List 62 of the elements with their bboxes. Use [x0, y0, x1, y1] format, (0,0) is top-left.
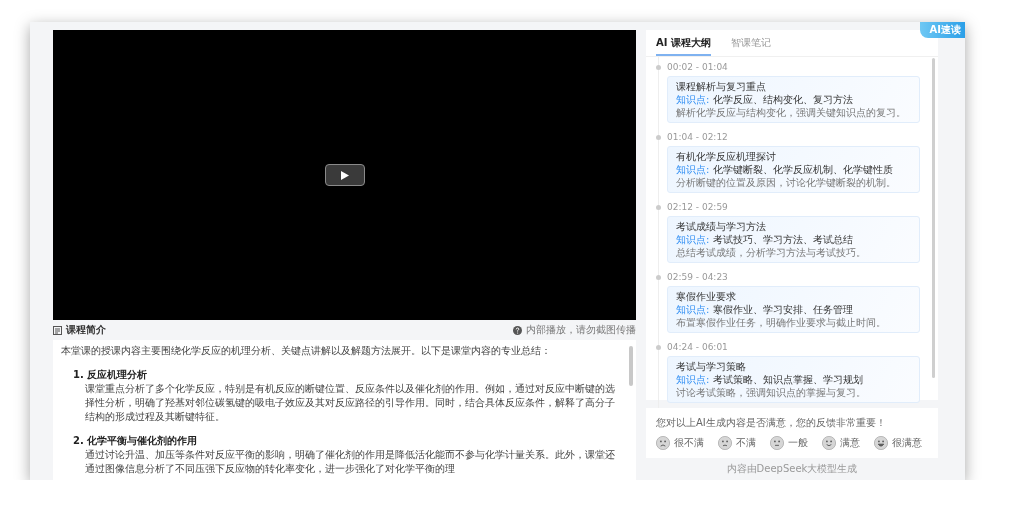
time-range: 02:12 - 02:59 [667, 202, 728, 212]
tab[interactable]: AI 课程大纲 [656, 36, 711, 56]
rating-option[interactable]: 不满 [718, 436, 756, 450]
card-title: 课程解析与复习重点 [676, 81, 766, 92]
face-icon [822, 436, 836, 450]
play-icon [340, 170, 349, 180]
outline-card[interactable]: 有机化学反应机理探讨 知识点: 化学键断裂、化学反应机制、化学键性质 分析断键的位置及原因，讨论化学键断裂的机制。 [667, 146, 920, 193]
card-title: 有机化学反应机理探讨 [676, 151, 776, 162]
face-icon [874, 436, 888, 450]
timeline-dot [656, 65, 661, 70]
section-title: 课程简介 [66, 323, 106, 337]
card-title: 考试成绩与学习方法 [676, 221, 766, 232]
scrollbar[interactable] [629, 346, 633, 386]
card-summary: 分析断键的位置及原因，讨论化学键断裂的机制。 [676, 177, 896, 188]
keyword-label: 知识点: [676, 234, 710, 245]
keyword-label: 知识点: [676, 374, 710, 385]
rating-option[interactable]: 很不满 [656, 436, 704, 450]
ai-badge: AI速读 [919, 22, 965, 38]
card-title: 考试与学习策略 [676, 361, 746, 372]
time-range: 04:24 - 06:01 [667, 342, 728, 352]
rating-option[interactable]: 很满意 [874, 436, 922, 450]
card-title: 寒假作业要求 [676, 291, 736, 302]
paragraph: 通过讨论升温、加压等条件对反应平衡的影响，明确了催化剂的作用是降低活化能而不参与化学计量关系。此外，课堂还通过图像信息分析了不同压强下反应物的转化率变化，进一步强化了对化学平衡的理 [85, 448, 616, 476]
keywords: 寒假作业、学习安排、任务管理 [712, 304, 853, 315]
time-range: 02:59 - 04:23 [667, 272, 728, 282]
keyword-label: 知识点: [676, 304, 710, 315]
timeline-dot [656, 275, 661, 280]
timeline-dot [656, 135, 661, 140]
outline-card[interactable]: 寒假作业要求 知识点: 寒假作业、学习安排、任务管理 布置寒假作业任务，明确作业要求与截止时间。 [667, 286, 920, 333]
card-summary: 讨论考试策略，强调知识点的掌握与复习。 [676, 387, 866, 398]
keywords: 化学反应、结构变化、复习方法 [712, 94, 853, 105]
card-summary: 总结考试成绩，分析学习方法与考试技巧。 [676, 247, 866, 258]
outline-card[interactable]: 考试成绩与学习方法 知识点: 考试技巧、学习方法、考试总结 总结考试成绩，分析学习方法与考试技巧。 [667, 216, 920, 263]
section-heading: 2. 化学平衡与催化剂的作用 [73, 434, 199, 448]
paragraph: 本堂课的授课内容主要围绕化学反应的机理分析、关键点讲解以及解题方法展开。以下是课堂内容的专业总结： [61, 344, 552, 358]
keyword-label: 知识点: [676, 164, 710, 175]
play-button[interactable] [324, 164, 365, 186]
rating-option[interactable]: 一般 [770, 436, 808, 450]
keywords: 化学键断裂、化学反应机制、化学键性质 [712, 164, 893, 175]
footer-note: 内容由DeepSeek大模型生成 [725, 462, 859, 476]
keywords: 考试技巧、学习方法、考试总结 [712, 234, 853, 245]
paragraph: 课堂重点分析了多个化学反应，特别是有机反应的断键位置、反应条件以及催化剂的作用。例如，通过对反应中断键的选择性分析，明确了羟基对邻位碳氢键的吸电子效应及其对反应路径的引导作用。同时，结合具体反应条件，解释了高分子结构的形成过程及其断键特征。 [85, 382, 616, 424]
outline-card[interactable]: 课程解析与复习重点 知识点: 化学反应、结构变化、复习方法 解析化学反应与结构变化，强调关键知识点的复习。 [667, 76, 920, 123]
question-icon [513, 325, 522, 335]
keywords: 考试策略、知识点掌握、学习规划 [712, 374, 863, 385]
rating-option[interactable]: 满意 [822, 436, 860, 450]
face-icon [718, 436, 732, 450]
card-summary: 布置寒假作业任务，明确作业要求与截止时间。 [676, 317, 886, 328]
card-summary: 解析化学反应与结构变化，强调关键知识点的复习。 [676, 107, 906, 118]
time-range: 01:04 - 02:12 [667, 132, 728, 142]
time-range: 00:02 - 01:04 [667, 62, 728, 72]
timeline-dot [656, 205, 661, 210]
scrollbar[interactable] [932, 58, 935, 378]
outline-card[interactable]: 考试与学习策略 知识点: 考试策略、知识点掌握、学习规划 讨论考试策略，强调知识点的掌握与复习。 [667, 356, 920, 403]
document-icon [53, 325, 62, 335]
keyword-label: 知识点: [676, 94, 710, 105]
face-icon [770, 436, 784, 450]
feedback-question: 您对以上AI生成内容是否满意，您的反馈非常重要！ [656, 416, 887, 430]
section-heading: 1. 反应机理分析 [73, 368, 149, 382]
notice-text: 内部播放，请勿截图传播 [526, 323, 636, 337]
face-icon [656, 436, 670, 450]
timeline-dot [656, 345, 661, 350]
